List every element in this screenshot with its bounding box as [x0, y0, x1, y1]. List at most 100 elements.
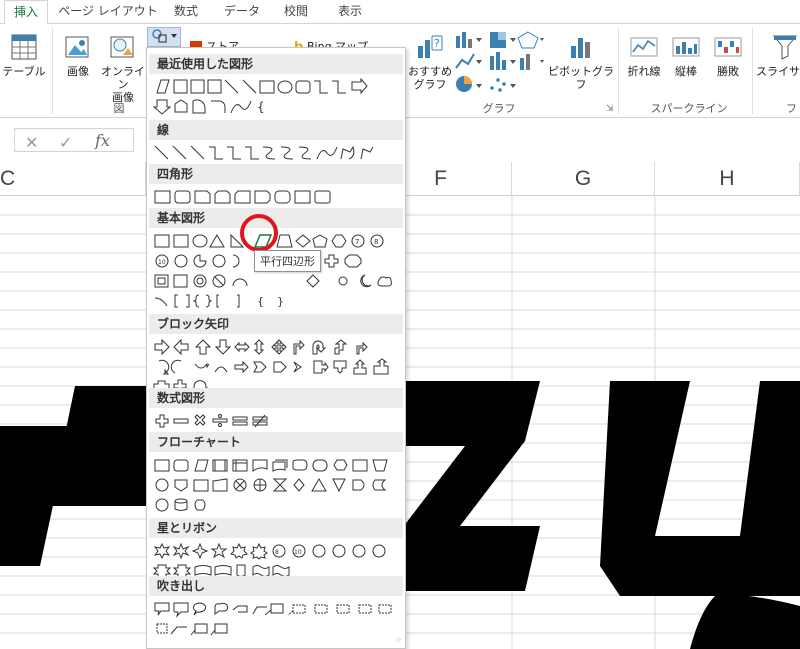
slicer-icon	[772, 35, 798, 60]
line-chart-icon	[455, 53, 482, 69]
recommended-label2: グラフ	[413, 78, 447, 91]
combo-chart-icon	[520, 54, 544, 70]
basic-shapes-row-3	[153, 272, 399, 290]
section-flowchart: フローチャート	[149, 432, 403, 452]
svg-text:8: 8	[374, 238, 378, 246]
flowchart-icons[interactable]	[153, 456, 399, 474]
hierarchy-chart-icon	[490, 32, 516, 48]
line-shapes-icons[interactable]	[153, 144, 399, 162]
table-button[interactable]: テーブル	[2, 32, 46, 78]
callout-shapes-icons[interactable]	[153, 600, 399, 618]
sparkline-winloss-icon	[714, 37, 742, 57]
shapes-button[interactable]	[147, 27, 181, 47]
formula-controls: ✕ ✓ fx	[14, 128, 134, 152]
online-picture-button[interactable]: オンライン 画像	[98, 32, 148, 104]
illustrations-group-label: 図	[113, 102, 125, 115]
section-rectangles: 四角形	[149, 164, 403, 184]
radar-chart-icon	[517, 31, 544, 49]
equation-shapes-icons[interactable]	[153, 412, 399, 430]
pivot-chart-label: ピボットグラフ	[548, 65, 614, 91]
svg-text:7: 7	[355, 238, 359, 246]
section-lines: 線	[149, 120, 403, 140]
tab-page-layout[interactable]: ページ レイアウト	[56, 0, 160, 24]
section-equation-shapes: 数式図形	[149, 388, 403, 408]
flowchart-icons-3[interactable]	[153, 496, 399, 514]
sparkline-column-label: 縦棒	[675, 65, 697, 78]
chart-type-icons[interactable]	[454, 30, 544, 94]
tab-data[interactable]: データ	[220, 0, 264, 24]
block-arrows-icons[interactable]	[153, 338, 399, 356]
recent-shapes-icons-2[interactable]: {	[153, 98, 399, 116]
svg-text:?: ?	[434, 37, 440, 50]
highlight-circle	[240, 214, 278, 252]
sparkline-winloss-label: 勝敗	[717, 65, 739, 78]
svg-text:{: {	[257, 100, 265, 114]
resize-grip-icon[interactable]: ⁘	[394, 636, 402, 646]
basic-shapes-icons-4[interactable]: {}	[153, 292, 399, 310]
picture-label: 画像	[67, 65, 89, 78]
column-header-c[interactable]: C	[0, 162, 146, 196]
recent-shapes-icons[interactable]	[153, 78, 399, 96]
svg-text:{: {	[257, 295, 264, 308]
cancel-icon[interactable]: ✕	[25, 133, 38, 152]
sparkline-line-label: 折れ線	[627, 65, 661, 78]
block-arrows-row-2	[153, 358, 399, 376]
picture-button[interactable]: 画像	[58, 32, 98, 78]
pivot-chart-icon	[571, 38, 590, 58]
svg-text:10: 10	[158, 259, 166, 266]
svg-text:8: 8	[275, 549, 279, 556]
scatter-chart-icon	[490, 78, 516, 92]
ribbon-tab-bar: 挿入 ページ レイアウト 数式 データ 校閲 表示	[0, 0, 800, 25]
shape-tooltip: 平行四辺形	[254, 250, 321, 272]
sparkline-winloss-button[interactable]: 勝敗	[708, 32, 748, 78]
group-separator	[752, 28, 753, 114]
group-separator	[52, 28, 53, 114]
recent-shapes-row-2: {	[153, 98, 399, 116]
tab-formulas[interactable]: 数式	[166, 0, 206, 24]
picture-icon	[65, 36, 89, 58]
rectangles-row	[153, 188, 399, 206]
sparklines-group-label: スパークライン	[650, 102, 728, 115]
slicer-button[interactable]: スライサー	[756, 32, 800, 78]
pivot-chart-button[interactable]: ピボットグラフ	[548, 32, 614, 91]
equation-shapes-row	[153, 412, 399, 430]
sparkline-column-icon	[672, 37, 700, 57]
flowchart-row-2	[153, 476, 399, 494]
recent-shapes-row-1	[153, 78, 399, 96]
column-header-h[interactable]: H	[655, 162, 800, 196]
sparkline-line-button[interactable]: 折れ線	[624, 32, 664, 78]
section-callouts: 吹き出し	[149, 576, 403, 596]
tab-insert[interactable]: 挿入	[4, 0, 48, 25]
recommended-chart-icon: ?	[418, 35, 443, 58]
table-label: テーブル	[2, 65, 46, 78]
shapes-icon	[152, 29, 177, 43]
slicer-label: スライサー	[756, 65, 800, 78]
sparkline-line-icon	[630, 37, 658, 57]
pie-chart-icon	[456, 76, 482, 92]
online-picture-label: オンライン	[101, 65, 145, 91]
recommended-label: おすすめ	[408, 65, 452, 78]
tab-review[interactable]: 校閲	[276, 0, 316, 24]
rectangle-shapes-icons[interactable]	[153, 188, 399, 206]
column-header-g[interactable]: G	[512, 162, 655, 196]
flowchart-icons-2[interactable]	[153, 476, 399, 494]
svg-text:}: }	[277, 295, 284, 308]
charts-group-label: グラフ	[482, 102, 516, 115]
column-chart-icon	[456, 32, 482, 48]
sparkline-column-button[interactable]: 縦棒	[666, 32, 706, 78]
lines-row	[153, 144, 399, 162]
block-arrows-row-1	[153, 338, 399, 356]
enter-icon[interactable]: ✓	[59, 133, 72, 152]
stars-row-1: 8 10	[153, 542, 399, 560]
callouts-row-1	[153, 600, 399, 618]
block-arrows-icons-2[interactable]	[153, 358, 399, 376]
star-shapes-icons[interactable]: 8 10	[153, 542, 399, 560]
insert-function-icon[interactable]: fx	[95, 131, 110, 150]
basic-shapes-row-4: {}	[153, 292, 399, 310]
tab-view[interactable]: 表示	[330, 0, 370, 24]
basic-shapes-icons-3[interactable]	[153, 272, 399, 290]
charts-dialog-launcher-icon[interactable]: ⇲	[606, 104, 614, 114]
callout-shapes-icons-2[interactable]	[153, 620, 399, 638]
callouts-row-2	[153, 620, 399, 638]
recommended-charts-button[interactable]: ? おすすめ グラフ	[404, 32, 456, 91]
